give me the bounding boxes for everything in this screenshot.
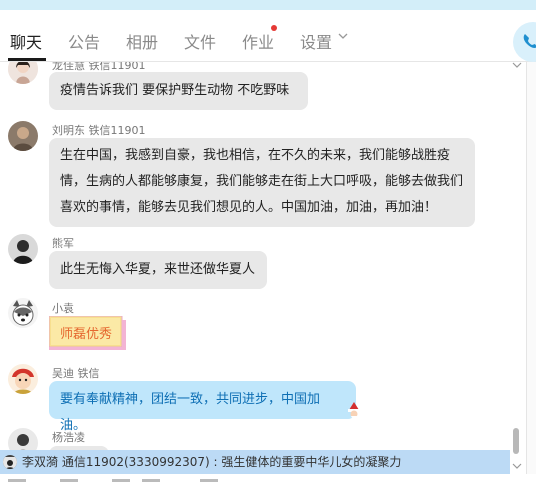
notification-dot: [271, 25, 277, 31]
woman-avatar[interactable]: [8, 62, 38, 84]
sticker-image[interactable]: 师磊优秀: [48, 315, 126, 350]
person-icon: [8, 234, 38, 264]
message-bubble[interactable]: 此生无悔入华夏，来世还做华夏人: [49, 251, 267, 289]
tab-files[interactable]: 文件: [184, 29, 216, 53]
toolbar-icon[interactable]: [60, 479, 78, 482]
scrollbar-thumb[interactable]: [513, 428, 519, 454]
tab-announcement[interactable]: 公告: [68, 29, 100, 53]
message-line: 生在中国，我感到自豪，我也相信，在不久的未来，我们能够战胜疫: [60, 148, 451, 163]
phone-icon: [523, 34, 536, 48]
cartoon-avatar[interactable]: [8, 364, 38, 394]
sender-name: 熊军: [52, 237, 74, 250]
toolbar-icon[interactable]: [142, 479, 160, 482]
person-icon: [3, 457, 17, 469]
tab-chat[interactable]: 聊天: [10, 29, 42, 53]
toolbar-icon[interactable]: [112, 479, 130, 482]
husky-avatar[interactable]: [8, 298, 38, 328]
active-tab-indicator: [8, 58, 46, 61]
tab-bar: 聊天 公告 相册 文件 作业 设置: [0, 10, 536, 62]
toolbar-icon[interactable]: [8, 479, 26, 482]
tab-homework[interactable]: 作业: [242, 29, 274, 53]
toolbar-icon[interactable]: [200, 479, 218, 482]
cartoon-character-icon: [8, 364, 38, 394]
message-bubble[interactable]: 生在中国，我感到自豪，我也相信，在不久的未来，我们能够战胜疫 情，生病的人都能够…: [49, 138, 475, 227]
message-bubble[interactable]: 疫情告诉我们 要保护野生动物 不吃野味: [49, 72, 308, 110]
chat-message-list[interactable]: 龙佳慧 铁信11901 疫情告诉我们 要保护野生动物 不吃野味 刘明东 铁信11…: [0, 62, 510, 485]
ticker-avatar: [3, 455, 17, 469]
window-top-strip: [0, 0, 536, 10]
scroll-down-icon[interactable]: [512, 461, 522, 471]
right-panel-edge: [526, 62, 536, 485]
sticker-text: 师磊优秀: [60, 327, 113, 342]
chevron-down-icon[interactable]: [338, 32, 348, 40]
person-icon: [8, 121, 38, 151]
tab-album[interactable]: 相册: [126, 29, 158, 53]
person-icon: [8, 62, 38, 84]
sender-name: 吴迪 铁信: [52, 367, 100, 380]
sender-name: 刘明东 铁信11901: [52, 124, 146, 137]
sender-name: 杨浩凌: [52, 431, 85, 444]
call-button[interactable]: [513, 22, 536, 62]
message-line: 情，生病的人都能够康复，我们能够走在街上大口呼吸，能够去做我们: [60, 174, 464, 189]
sender-name: 小袁: [52, 302, 74, 315]
message-bubble[interactable]: 要有奉献精神，团结一致，共同进步，中国加油。: [49, 381, 356, 433]
new-message-ticker[interactable]: 李双漪 通信11902(3330992307) : 强生健体的重要中华儿女的凝聚…: [0, 450, 510, 474]
close-icon[interactable]: [512, 60, 522, 70]
input-toolbar: [0, 474, 536, 485]
man-avatar[interactable]: [8, 121, 38, 151]
ticker-text: 李双漪 通信11902(3330992307) : 强生健体的重要中华儿女的凝聚…: [22, 455, 402, 469]
santa-decoration-icon: [348, 402, 360, 419]
tab-settings[interactable]: 设置: [300, 29, 332, 53]
dark-avatar[interactable]: [8, 234, 38, 264]
dog-icon: [8, 298, 38, 328]
message-line: 喜欢的事情，能够去见我们想见的人。中国加油，加油，再加油！: [60, 200, 438, 215]
